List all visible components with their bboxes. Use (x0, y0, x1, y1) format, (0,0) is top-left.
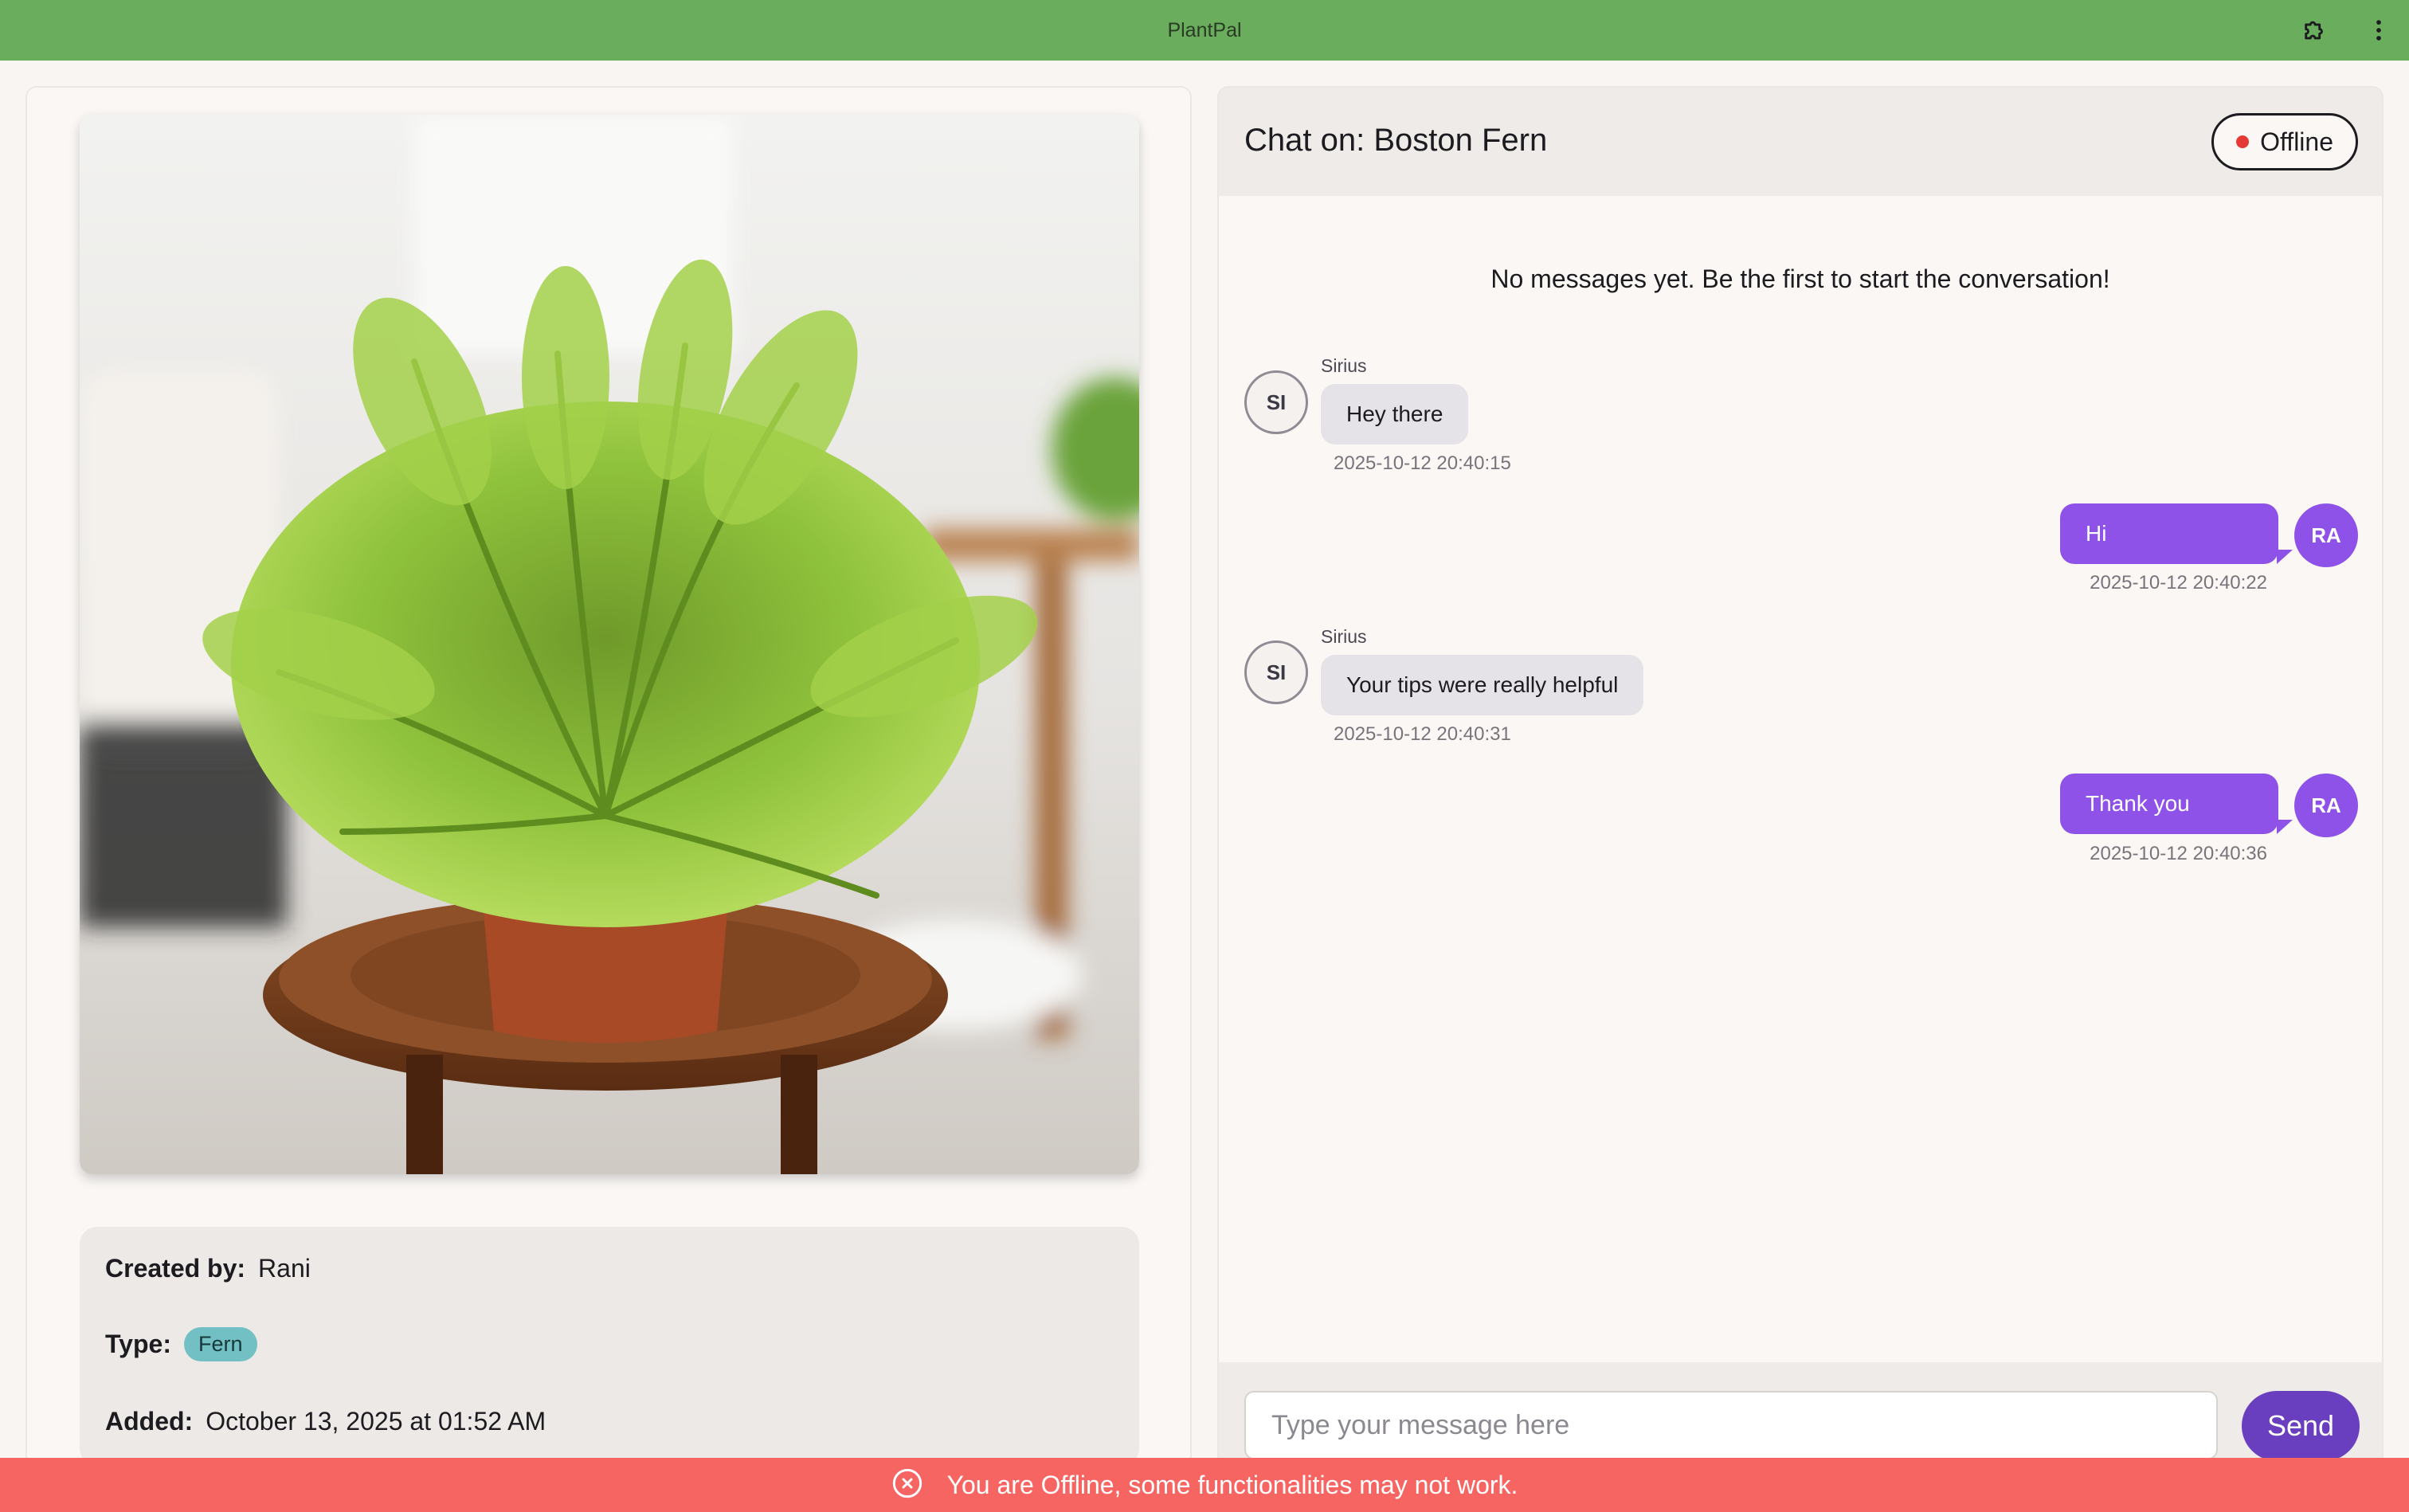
created-by-row: Created by: Rani (105, 1254, 311, 1283)
message-bubble: Hey there (1321, 384, 1469, 445)
message-timestamp: 2025-10-12 20:40:15 (1334, 452, 1511, 474)
message-bubble: Thank you (2060, 774, 2278, 834)
created-by-label: Created by: (105, 1254, 246, 1283)
send-button[interactable]: Send (2242, 1391, 2360, 1461)
plant-detail-panel: Created by: Rani Type: Fern Added: Octob… (25, 86, 1192, 1488)
type-chip: Fern (183, 1327, 257, 1361)
avatar: SI (1244, 370, 1308, 434)
chat-header: Chat on: Boston Fern Offline (1219, 88, 2382, 196)
empty-conversation-note: No messages yet. Be the first to start t… (1490, 264, 2110, 293)
chat-panel: Chat on: Boston Fern Offline No messages… (1217, 86, 2384, 1488)
offline-banner-text: You are Offline, some functionalities ma… (946, 1470, 1518, 1499)
plant-image (80, 115, 1139, 1174)
type-label: Type: (105, 1330, 171, 1358)
offline-banner: You are Offline, some functionalities ma… (0, 1458, 2409, 1512)
message-sender: Sirius (1321, 626, 1367, 647)
message-bubble: Your tips were really helpful (1321, 655, 1644, 715)
chat-title: Chat on: Boston Fern (1244, 123, 1548, 158)
connection-status-badge: Offline (2211, 113, 2358, 170)
plant-info-card: Created by: Rani Type: Fern Added: Octob… (80, 1227, 1139, 1466)
avatar: RA (2294, 503, 2358, 567)
close-circle-icon[interactable] (891, 1467, 923, 1503)
message-timestamp: 2025-10-12 20:40:22 (2090, 572, 2267, 593)
avatar: RA (2294, 774, 2358, 837)
added-row: Added: October 13, 2025 at 01:52 AM (105, 1407, 546, 1436)
app-titlebar: PlantPal (0, 0, 2409, 61)
kebab-menu-icon[interactable] (2363, 14, 2395, 46)
created-by-value: Rani (258, 1254, 311, 1283)
puzzle-icon[interactable] (2299, 14, 2331, 46)
connection-status-text: Offline (2260, 127, 2333, 156)
avatar: SI (1244, 640, 1308, 704)
type-row: Type: Fern (105, 1327, 257, 1361)
message-bubble: Hi (2060, 503, 2278, 564)
app-title: PlantPal (1167, 18, 1242, 41)
status-dot-icon (2236, 135, 2250, 148)
added-value: October 13, 2025 at 01:52 AM (206, 1407, 546, 1436)
added-label: Added: (105, 1407, 194, 1436)
bubble-tail (2277, 550, 2293, 564)
message-timestamp: 2025-10-12 20:40:36 (2090, 843, 2267, 864)
bubble-tail (2277, 820, 2293, 834)
message-sender: Sirius (1321, 355, 1367, 376)
message-input[interactable] (1244, 1391, 2218, 1459)
message-timestamp: 2025-10-12 20:40:31 (1334, 723, 1511, 745)
